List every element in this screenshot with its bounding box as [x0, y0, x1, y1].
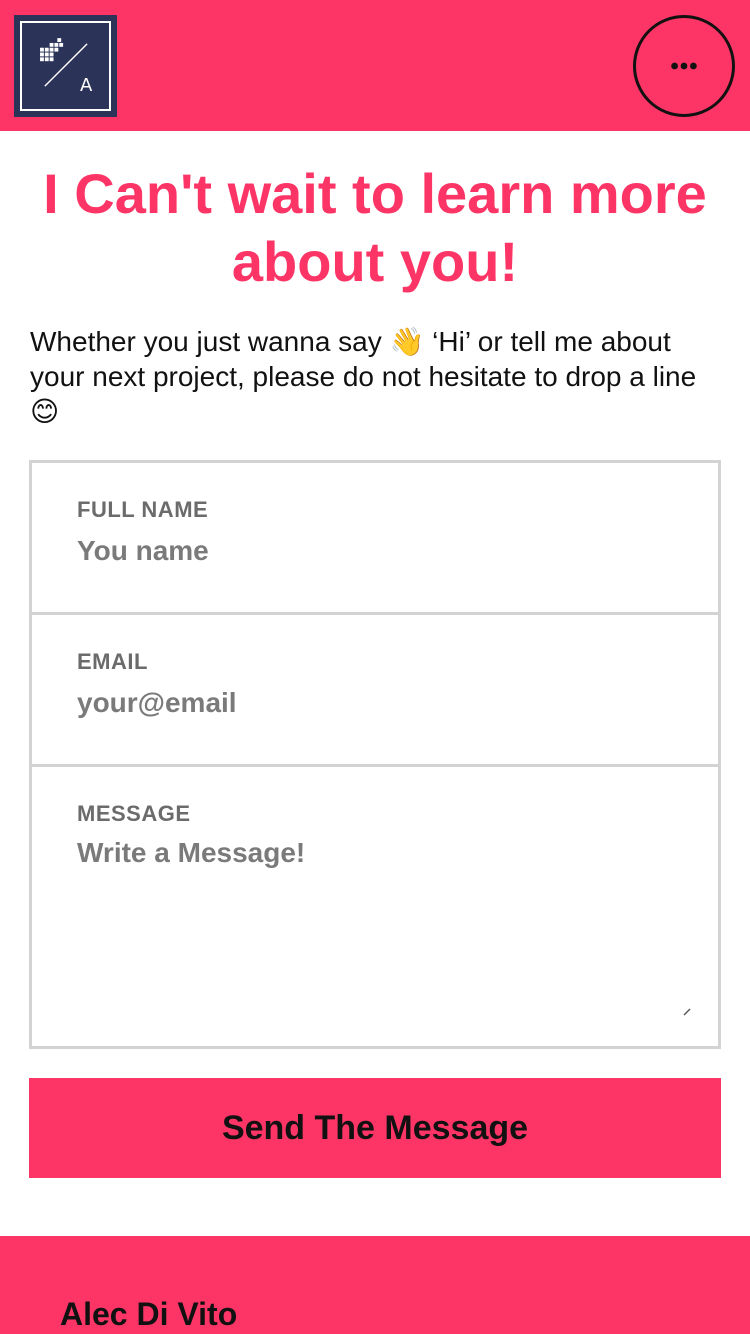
- site-footer: Alec Di Vito: [0, 1236, 750, 1334]
- site-header: A: [0, 0, 750, 131]
- contact-form: FULL NAME EMAIL MESSAGE: [29, 460, 721, 1049]
- logo-mark-icon: [40, 38, 88, 87]
- more-horizontal-icon: [671, 62, 697, 70]
- full-name-input[interactable]: [77, 531, 677, 571]
- message-label: MESSAGE: [77, 801, 191, 826]
- logo-letter: A: [80, 75, 93, 96]
- full-name-field-group: FULL NAME: [32, 463, 718, 615]
- resize-handle-icon[interactable]: [680, 1005, 692, 1017]
- menu-button[interactable]: [633, 15, 735, 117]
- send-message-button[interactable]: Send The Message: [29, 1078, 721, 1178]
- full-name-label: FULL NAME: [77, 497, 209, 522]
- footer-name: Alec Di Vito: [60, 1296, 238, 1332]
- message-textarea[interactable]: [77, 837, 697, 1027]
- message-field-group: MESSAGE: [32, 767, 718, 1046]
- email-label: EMAIL: [77, 649, 148, 674]
- email-input[interactable]: [77, 683, 677, 723]
- logo[interactable]: A: [14, 15, 117, 117]
- page-title: I Can't wait to learn more about you!: [43, 162, 707, 293]
- email-field-group: EMAIL: [32, 615, 718, 767]
- intro-text: Whether you just wanna say 👋 ‘Hi’ or tel…: [30, 326, 697, 427]
